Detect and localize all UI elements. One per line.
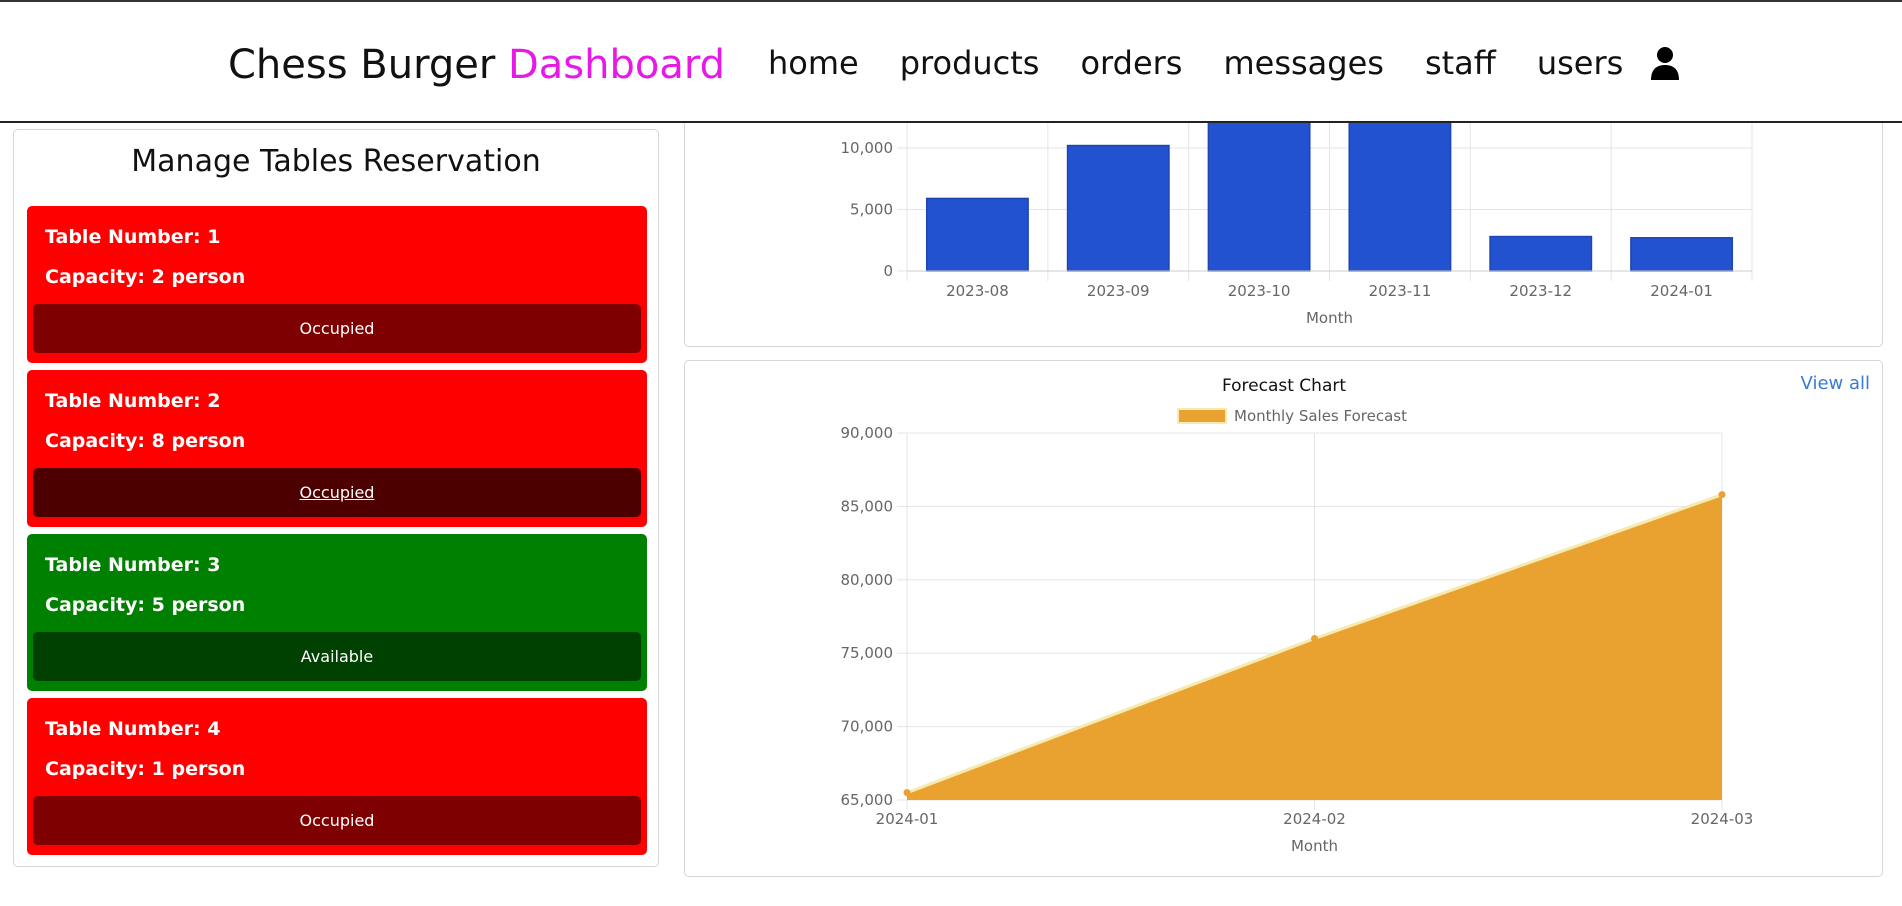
x-tick-label: 2024-03 — [1691, 810, 1754, 828]
table-status-button[interactable]: Occupied — [33, 796, 641, 845]
bar — [925, 197, 1029, 272]
y-tick-label: 10,000 — [841, 139, 894, 157]
x-tick-label: 2023-12 — [1509, 282, 1572, 300]
monthly-sales-chart-panel: 0 5,000 10,000 2023-08 2023-09 2023-10 2023-11… — [684, 98, 1883, 347]
y-tick-label: 70,000 — [841, 718, 894, 736]
x-tick-label: 2023-08 — [946, 282, 1009, 300]
brand-main: Chess Burger — [228, 42, 508, 88]
bar — [1207, 107, 1311, 272]
nav-messages[interactable]: messages — [1223, 44, 1383, 82]
table-number: Table Number: 3 — [45, 554, 221, 576]
y-tick-label: 5,000 — [850, 201, 893, 219]
data-point — [1718, 491, 1726, 499]
forecast-chart: Forecast Chart Monthly Sales Forecast 65,0… — [841, 376, 1754, 855]
nav-home[interactable]: home — [768, 44, 859, 82]
data-point — [903, 789, 911, 797]
x-tick-label: 2023-10 — [1228, 282, 1291, 300]
tables-list: Table Number: 1 Capacity: 2 person Occup… — [27, 206, 647, 862]
y-tick-label: 80,000 — [841, 571, 894, 589]
nav-staff[interactable]: staff — [1425, 44, 1496, 82]
table-capacity: Capacity: 2 person — [45, 266, 246, 288]
table-card-2: Table Number: 2 Capacity: 8 person Occup… — [27, 370, 647, 527]
table-status-button[interactable]: Occupied — [33, 468, 641, 517]
bar-chart: 0 5,000 10,000 2023-08 2023-09 2023-10 2023-11… — [841, 98, 1753, 327]
table-number: Table Number: 2 — [45, 390, 221, 412]
chart-title: Forecast Chart — [1222, 376, 1346, 396]
x-tick-label: 2023-11 — [1369, 282, 1432, 300]
y-tick-label: 85,000 — [841, 497, 894, 515]
x-tick-label: 2024-01 — [1650, 282, 1713, 300]
bar — [1489, 235, 1593, 272]
y-tick-label: 65,000 — [841, 791, 894, 809]
data-point — [1311, 635, 1318, 643]
x-axis-label: Month — [1306, 309, 1353, 327]
panel-title: Manage Tables Reservation — [131, 144, 541, 179]
brand-accent: Dashboard — [507, 42, 725, 88]
x-axis-label: Month — [1291, 837, 1338, 855]
bar — [1348, 111, 1452, 272]
table-number: Table Number: 4 — [45, 718, 221, 740]
brand-logo[interactable]: Chess Burger Dashboard — [228, 42, 725, 88]
legend-label: Monthly Sales Forecast — [1234, 407, 1407, 425]
bar — [1066, 144, 1170, 272]
nav-products[interactable]: products — [900, 44, 1040, 82]
navbar: Chess Burger Dashboard home products ord… — [0, 0, 1902, 123]
nav-users[interactable]: users — [1537, 44, 1623, 82]
x-tick-label: 2023-09 — [1087, 282, 1150, 300]
main-nav: home products orders messages staff user… — [768, 44, 1664, 82]
user-icon[interactable] — [1650, 46, 1680, 80]
x-tick-label: 2024-01 — [876, 810, 939, 828]
y-tick-label: 75,000 — [841, 644, 894, 662]
x-tick-label: 2024-02 — [1283, 810, 1346, 828]
nav-orders[interactable]: orders — [1080, 44, 1182, 82]
table-card-3: Table Number: 3 Capacity: 5 person Avail… — [27, 534, 647, 691]
table-status-button[interactable]: Available — [33, 632, 641, 681]
table-number: Table Number: 1 — [45, 226, 221, 248]
bar — [1630, 237, 1734, 272]
tables-reservation-panel: Manage Tables Reservation Table Number: … — [13, 129, 659, 867]
forecast-chart-panel: View all Forecast Chart Monthly Sales For… — [684, 360, 1883, 877]
table-capacity: Capacity: 8 person — [45, 430, 246, 452]
legend-swatch — [1177, 408, 1227, 424]
table-card-1: Table Number: 1 Capacity: 2 person Occup… — [27, 206, 647, 363]
table-card-4: Table Number: 4 Capacity: 1 person Occup… — [27, 698, 647, 855]
table-capacity: Capacity: 5 person — [45, 594, 246, 616]
table-capacity: Capacity: 1 person — [45, 758, 246, 780]
table-status-button[interactable]: Occupied — [33, 304, 641, 353]
y-tick-label: 90,000 — [841, 424, 894, 442]
y-tick-label: 0 — [883, 262, 893, 280]
